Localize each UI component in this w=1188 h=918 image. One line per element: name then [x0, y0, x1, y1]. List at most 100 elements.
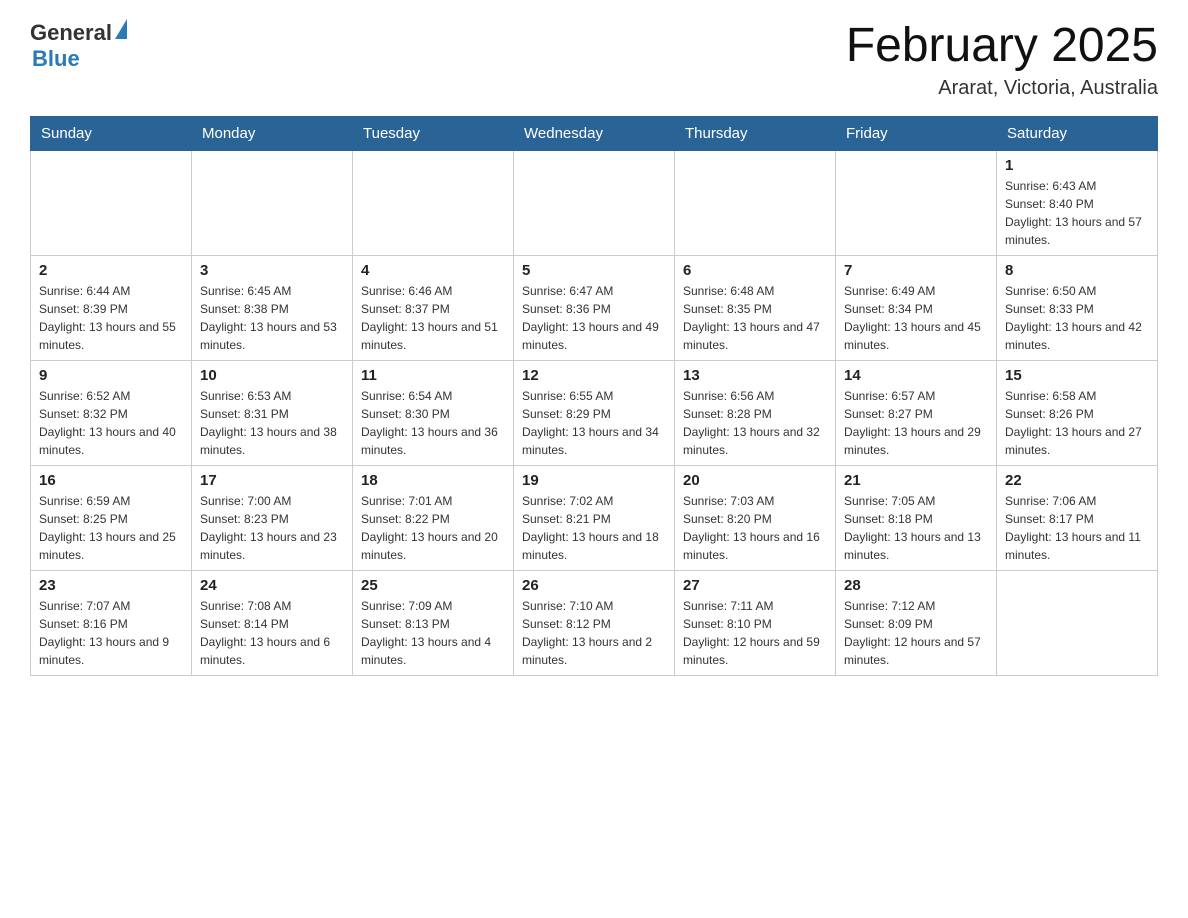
calendar-cell: 14 Sunrise: 6:57 AM Sunset: 8:27 PM Dayli…	[836, 360, 997, 465]
weekday-header-thursday: Thursday	[675, 116, 836, 150]
day-number: 23	[39, 577, 183, 594]
calendar-cell: 21 Sunrise: 7:05 AM Sunset: 8:18 PM Dayli…	[836, 465, 997, 570]
calendar-cell: 4 Sunrise: 6:46 AM Sunset: 8:37 PM Daylig…	[353, 255, 514, 360]
day-info: Sunrise: 7:05 AM Sunset: 8:18 PM Dayligh…	[844, 492, 988, 564]
day-number: 20	[683, 472, 827, 489]
calendar-cell: 13 Sunrise: 6:56 AM Sunset: 8:28 PM Dayli…	[675, 360, 836, 465]
day-number: 14	[844, 367, 988, 384]
day-number: 5	[522, 262, 666, 279]
day-info: Sunrise: 6:52 AM Sunset: 8:32 PM Dayligh…	[39, 387, 183, 459]
calendar-cell: 6Sunrise: 6:48 AM Sunset: 8:35 PM Daylig…	[675, 255, 836, 360]
day-info: Sunrise: 7:07 AM Sunset: 8:16 PM Dayligh…	[39, 597, 183, 669]
calendar-cell: 5 Sunrise: 6:47 AM Sunset: 8:36 PM Daylig…	[514, 255, 675, 360]
day-info: Sunrise: 6:50 AM Sunset: 8:33 PM Dayligh…	[1005, 282, 1149, 354]
calendar-cell: 10 Sunrise: 6:53 AM Sunset: 8:31 PM Dayli…	[192, 360, 353, 465]
calendar-cell	[192, 150, 353, 255]
day-number: 13	[683, 367, 827, 384]
day-info: Sunrise: 6:58 AM Sunset: 8:26 PM Dayligh…	[1005, 387, 1149, 459]
day-number: 22	[1005, 472, 1149, 489]
day-number: 18	[361, 472, 505, 489]
day-info: Sunrise: 6:43 AM Sunset: 8:40 PM Dayligh…	[1005, 177, 1149, 249]
day-number: 8	[1005, 262, 1149, 279]
day-number: 24	[200, 577, 344, 594]
day-number: 1	[1005, 157, 1149, 174]
day-info: Sunrise: 6:46 AM Sunset: 8:37 PM Dayligh…	[361, 282, 505, 354]
day-info: Sunrise: 7:11 AM Sunset: 8:10 PM Dayligh…	[683, 597, 827, 669]
weekday-header-sunday: Sunday	[31, 116, 192, 150]
calendar-cell: 25 Sunrise: 7:09 AM Sunset: 8:13 PM Dayli…	[353, 570, 514, 675]
calendar-cell: 7Sunrise: 6:49 AM Sunset: 8:34 PM Daylig…	[836, 255, 997, 360]
day-info: Sunrise: 7:08 AM Sunset: 8:14 PM Dayligh…	[200, 597, 344, 669]
day-info: Sunrise: 6:59 AM Sunset: 8:25 PM Dayligh…	[39, 492, 183, 564]
calendar-cell: 28Sunrise: 7:12 AM Sunset: 8:09 PM Dayli…	[836, 570, 997, 675]
day-number: 21	[844, 472, 988, 489]
day-number: 7	[844, 262, 988, 279]
day-number: 27	[683, 577, 827, 594]
day-number: 10	[200, 367, 344, 384]
day-number: 26	[522, 577, 666, 594]
day-info: Sunrise: 7:09 AM Sunset: 8:13 PM Dayligh…	[361, 597, 505, 669]
calendar-cell	[675, 150, 836, 255]
day-info: Sunrise: 6:53 AM Sunset: 8:31 PM Dayligh…	[200, 387, 344, 459]
day-number: 19	[522, 472, 666, 489]
calendar-cell: 22 Sunrise: 7:06 AM Sunset: 8:17 PM Dayli…	[997, 465, 1158, 570]
day-number: 11	[361, 367, 505, 384]
title-block: February 2025 Ararat, Victoria, Australi…	[846, 20, 1158, 100]
calendar-cell: 1 Sunrise: 6:43 AM Sunset: 8:40 PM Daylig…	[997, 150, 1158, 255]
day-info: Sunrise: 7:10 AM Sunset: 8:12 PM Dayligh…	[522, 597, 666, 669]
calendar-cell	[31, 150, 192, 255]
logo: General Blue	[30, 20, 127, 72]
calendar-cell: 16 Sunrise: 6:59 AM Sunset: 8:25 PM Dayli…	[31, 465, 192, 570]
calendar-cell: 12 Sunrise: 6:55 AM Sunset: 8:29 PM Dayli…	[514, 360, 675, 465]
day-info: Sunrise: 7:02 AM Sunset: 8:21 PM Dayligh…	[522, 492, 666, 564]
day-number: 3	[200, 262, 344, 279]
calendar-cell	[997, 570, 1158, 675]
calendar-cell: 2 Sunrise: 6:44 AM Sunset: 8:39 PM Daylig…	[31, 255, 192, 360]
day-info: Sunrise: 6:44 AM Sunset: 8:39 PM Dayligh…	[39, 282, 183, 354]
weekday-header-friday: Friday	[836, 116, 997, 150]
day-number: 4	[361, 262, 505, 279]
day-number: 25	[361, 577, 505, 594]
day-info: Sunrise: 6:56 AM Sunset: 8:28 PM Dayligh…	[683, 387, 827, 459]
calendar-cell: 17 Sunrise: 7:00 AM Sunset: 8:23 PM Dayli…	[192, 465, 353, 570]
day-number: 16	[39, 472, 183, 489]
calendar-table: SundayMondayTuesdayWednesdayThursdayFrid…	[30, 116, 1158, 676]
calendar-cell	[353, 150, 514, 255]
location: Ararat, Victoria, Australia	[846, 77, 1158, 100]
logo-blue-text: Blue	[32, 46, 80, 71]
day-info: Sunrise: 7:06 AM Sunset: 8:17 PM Dayligh…	[1005, 492, 1149, 564]
weekday-header-tuesday: Tuesday	[353, 116, 514, 150]
page-header: General Blue February 2025 Ararat, Victo…	[30, 20, 1158, 100]
day-number: 9	[39, 367, 183, 384]
day-number: 28	[844, 577, 988, 594]
day-info: Sunrise: 7:01 AM Sunset: 8:22 PM Dayligh…	[361, 492, 505, 564]
day-info: Sunrise: 7:03 AM Sunset: 8:20 PM Dayligh…	[683, 492, 827, 564]
day-info: Sunrise: 6:47 AM Sunset: 8:36 PM Dayligh…	[522, 282, 666, 354]
calendar-cell: 27 Sunrise: 7:11 AM Sunset: 8:10 PM Dayli…	[675, 570, 836, 675]
calendar-cell	[514, 150, 675, 255]
month-title: February 2025	[846, 20, 1158, 73]
logo-triangle-icon	[115, 19, 127, 39]
weekday-header-row: SundayMondayTuesdayWednesdayThursdayFrid…	[31, 116, 1158, 150]
calendar-cell: 18 Sunrise: 7:01 AM Sunset: 8:22 PM Dayli…	[353, 465, 514, 570]
calendar-cell: 9 Sunrise: 6:52 AM Sunset: 8:32 PM Daylig…	[31, 360, 192, 465]
calendar-cell: 11 Sunrise: 6:54 AM Sunset: 8:30 PM Dayli…	[353, 360, 514, 465]
week-row-4: 23 Sunrise: 7:07 AM Sunset: 8:16 PM Dayli…	[31, 570, 1158, 675]
day-info: Sunrise: 6:57 AM Sunset: 8:27 PM Dayligh…	[844, 387, 988, 459]
day-number: 2	[39, 262, 183, 279]
day-number: 12	[522, 367, 666, 384]
calendar-cell: 23 Sunrise: 7:07 AM Sunset: 8:16 PM Dayli…	[31, 570, 192, 675]
day-info: Sunrise: 6:54 AM Sunset: 8:30 PM Dayligh…	[361, 387, 505, 459]
week-row-0: 1 Sunrise: 6:43 AM Sunset: 8:40 PM Daylig…	[31, 150, 1158, 255]
day-number: 6	[683, 262, 827, 279]
day-info: Sunrise: 7:00 AM Sunset: 8:23 PM Dayligh…	[200, 492, 344, 564]
calendar-cell: 15 Sunrise: 6:58 AM Sunset: 8:26 PM Dayli…	[997, 360, 1158, 465]
calendar-cell: 3 Sunrise: 6:45 AM Sunset: 8:38 PM Daylig…	[192, 255, 353, 360]
day-number: 15	[1005, 367, 1149, 384]
calendar-cell: 24 Sunrise: 7:08 AM Sunset: 8:14 PM Dayli…	[192, 570, 353, 675]
day-info: Sunrise: 6:45 AM Sunset: 8:38 PM Dayligh…	[200, 282, 344, 354]
day-info: Sunrise: 6:55 AM Sunset: 8:29 PM Dayligh…	[522, 387, 666, 459]
week-row-1: 2 Sunrise: 6:44 AM Sunset: 8:39 PM Daylig…	[31, 255, 1158, 360]
day-number: 17	[200, 472, 344, 489]
weekday-header-monday: Monday	[192, 116, 353, 150]
